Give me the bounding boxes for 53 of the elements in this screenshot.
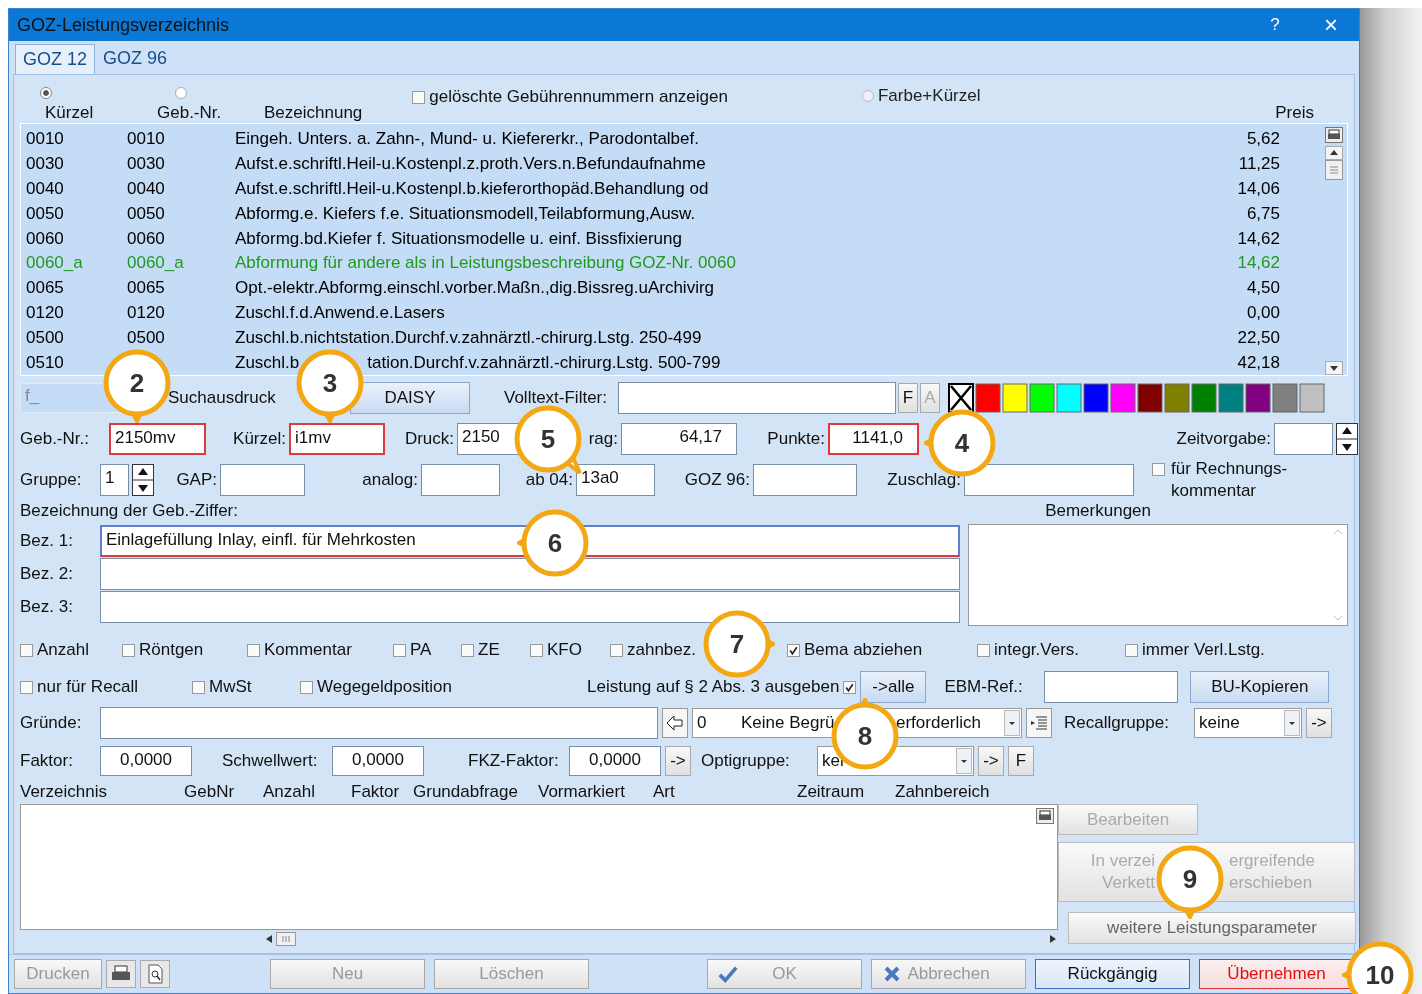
checkbox-label: Bema abziehen: [804, 640, 923, 660]
column-header: Verzeichnis: [20, 782, 108, 802]
section-label: Bemerkungen: [1045, 501, 1151, 521]
field-label: Punkte:: [767, 429, 826, 449]
checkbox-label: Wegegeldposition: [317, 677, 452, 697]
checkbox-label: Anzahl: [37, 640, 89, 660]
section-label: Bezeichnung der Geb.-Ziffer:: [20, 501, 238, 521]
field-label: Gruppe:: [20, 470, 82, 490]
field-label: analog:: [362, 470, 419, 490]
column-header: Zeitraum: [797, 782, 866, 802]
checkbox-label: MwSt: [209, 677, 252, 697]
checkbox-label: nur für Recall: [37, 677, 139, 697]
field-label: Schwellwert:: [222, 751, 319, 771]
field-label: GAP:: [176, 470, 218, 490]
column-header: Grundabfrage: [413, 782, 519, 802]
field-label: Gründe:: [20, 713, 83, 733]
field-label: FKZ-Faktor:: [468, 751, 560, 771]
column-header: Art: [653, 782, 676, 802]
checkbox-label: PA: [410, 640, 432, 660]
radio-label: Farbe+Kürzel: [877, 86, 981, 106]
field-label: Bez. 1:: [20, 530, 74, 551]
checkbox-label: gelöschte Gebührennummern anzeigen: [429, 87, 728, 107]
column-header: GebNr: [184, 782, 236, 802]
field-label: Kürzel:: [233, 429, 287, 449]
window-title: GOZ-Leistungsverzeichnis: [17, 14, 231, 36]
column-header: Anzahl: [263, 782, 316, 802]
field-label: Zeitvorgabe:: [1176, 429, 1272, 449]
field-label: EBM-Ref.:: [944, 677, 1024, 697]
column-header: Vormarkiert: [538, 782, 626, 802]
checkbox-label: KFO: [547, 640, 582, 660]
checkbox-label: ZE: [478, 640, 500, 660]
checkbox-label: für Rechnungs-kommentar: [1171, 458, 1289, 502]
checkbox-label: Kommentar: [264, 640, 352, 660]
field-label: rag:: [588, 429, 619, 449]
checkbox-label: zahnbez.: [627, 640, 696, 660]
field-label: Geb.-Nr.:: [20, 429, 89, 449]
checkbox-label: Röntgen: [139, 640, 204, 660]
column-header: Bezeichnung: [264, 103, 363, 123]
field-label: Faktor:: [20, 751, 74, 771]
field-label: Recallgruppe:: [1064, 713, 1170, 733]
field-label: Zuschlag:: [887, 470, 962, 490]
column-header: Faktor: [351, 782, 401, 802]
column-header: Zahnbereich: [895, 782, 990, 802]
field-label: Optigruppe:: [701, 751, 791, 771]
checkbox-label: integr.Vers.: [994, 640, 1080, 660]
field-label: Volltext-Filter:: [504, 388, 608, 408]
checkbox-label: immer Verl.Lstg.: [1142, 640, 1265, 660]
field-label: GOZ 96:: [684, 470, 751, 490]
field-label: Druck:: [404, 429, 455, 449]
field-label: Bez. 3:: [20, 596, 74, 617]
field-label: ab 04:: [525, 470, 574, 490]
field-label: Bez. 2:: [20, 563, 74, 584]
column-header: Preis: [1275, 103, 1314, 123]
